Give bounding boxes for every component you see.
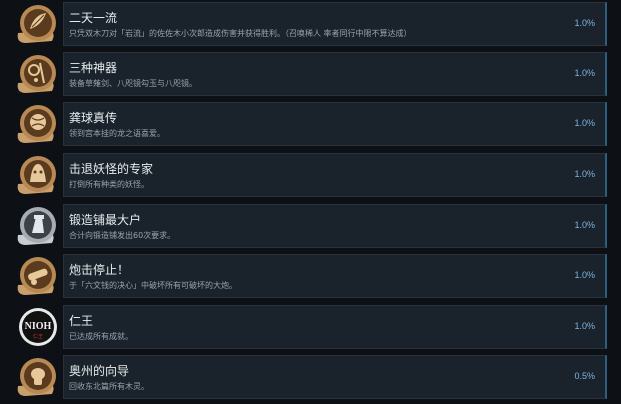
achievement-card: 仁王 已达成所有成就。 1.0% — [63, 305, 607, 349]
achievement-title: 三种神器 — [69, 61, 118, 75]
achievement-row[interactable]: 击退妖怪的专家 打倒所有种类的妖怪。 1.0% — [0, 153, 621, 197]
achievement-percent: 1.0% — [574, 270, 595, 280]
achievement-title: 击退妖怪的专家 — [69, 162, 154, 176]
nioh-logo-icon: NIOH 仁王 — [12, 306, 60, 350]
sacred-treasures-medal-icon — [12, 53, 60, 97]
achievement-percent: 1.0% — [574, 118, 595, 128]
achievement-title: 锻造铺最大户 — [69, 213, 142, 227]
achievement-title: 龚球真传 — [69, 111, 118, 125]
yokai-medal-icon — [12, 154, 60, 198]
achievement-title: 奥州的向导 — [69, 364, 130, 378]
achievement-percent: 0.5% — [574, 371, 595, 381]
achievement-row[interactable]: 锻造铺最大户 合计向锻造铺发出60次要求。 1.0% — [0, 204, 621, 248]
achievement-card: 三种神器 装备草薙剑、八咫镜勾玉与八咫镜。 1.0% — [63, 52, 607, 96]
blacksmith-medal-icon — [12, 205, 60, 249]
achievement-row[interactable]: 二天一流 只凭双木刀对「岩流」的佐佐木小次郎造成伤害并获得胜利。（召唤稀人 率者… — [0, 2, 621, 46]
achievement-percent: 1.0% — [574, 220, 595, 230]
achievement-row[interactable]: 奥州的向导 回收东北篇所有木灵。 0.5% — [0, 355, 621, 399]
achievement-row[interactable]: NIOH 仁王 仁王 已达成所有成就。 1.0% — [0, 305, 621, 349]
achievement-title: 炮击停止！ — [69, 263, 130, 277]
kodama-medal-icon — [12, 356, 60, 400]
nioh-logo-text: NIOH — [25, 321, 52, 332]
achievement-description: 于「六文钱的决心」中破坏所有可破坏的大炮。 — [69, 281, 237, 290]
achievement-card: 炮击停止！ 于「六文钱的决心」中破坏所有可破坏的大炮。 1.0% — [63, 254, 607, 298]
achievement-title: 仁王 — [69, 314, 94, 328]
achievement-card: 击退妖怪的专家 打倒所有种类的妖怪。 1.0% — [63, 153, 607, 197]
achievement-card: 龚球真传 领到宫本挂的龙之语喜爱。 1.0% — [63, 102, 607, 146]
cannon-medal-icon — [12, 255, 60, 299]
achievement-row[interactable]: 三种神器 装备草薙剑、八咫镜勾玉与八咫镜。 1.0% — [0, 52, 621, 96]
achievement-percent: 1.0% — [574, 169, 595, 179]
achievement-description: 只凭双木刀对「岩流」的佐佐木小次郎造成伤害并获得胜利。（召唤稀人 率者同行中限不… — [69, 29, 412, 38]
achievement-description: 已达成所有成就。 — [69, 332, 133, 341]
achievement-card: 锻造铺最大户 合计向锻造铺发出60次要求。 1.0% — [63, 204, 607, 248]
achievement-row[interactable]: 龚球真传 领到宫本挂的龙之语喜爱。 1.0% — [0, 102, 621, 146]
achievement-row[interactable]: 炮击停止！ 于「六文钱的决心」中破坏所有可破坏的大炮。 1.0% — [0, 254, 621, 298]
achievement-percent: 1.0% — [574, 18, 595, 28]
achievement-title: 二天一流 — [69, 11, 118, 25]
achievement-description: 领到宫本挂的龙之语喜爱。 — [69, 129, 165, 138]
achievement-description: 打倒所有种类的妖怪。 — [69, 180, 149, 189]
ball-medal-icon — [12, 103, 60, 147]
achievement-description: 装备草薙剑、八咫镜勾玉与八咫镜。 — [69, 79, 197, 88]
achievement-description: 回收东北篇所有木灵。 — [69, 382, 149, 391]
achievement-description: 合计向锻造铺发出60次要求。 — [69, 231, 176, 240]
achievement-card: 二天一流 只凭双木刀对「岩流」的佐佐木小次郎造成伤害并获得胜利。（召唤稀人 率者… — [63, 2, 607, 46]
achievement-percent: 1.0% — [574, 321, 595, 331]
nioh-logo-subtext: 仁王 — [33, 333, 43, 340]
leaf-medal-icon — [12, 3, 60, 47]
achievement-card: 奥州的向导 回收东北篇所有木灵。 0.5% — [63, 355, 607, 399]
achievement-percent: 1.0% — [574, 68, 595, 78]
